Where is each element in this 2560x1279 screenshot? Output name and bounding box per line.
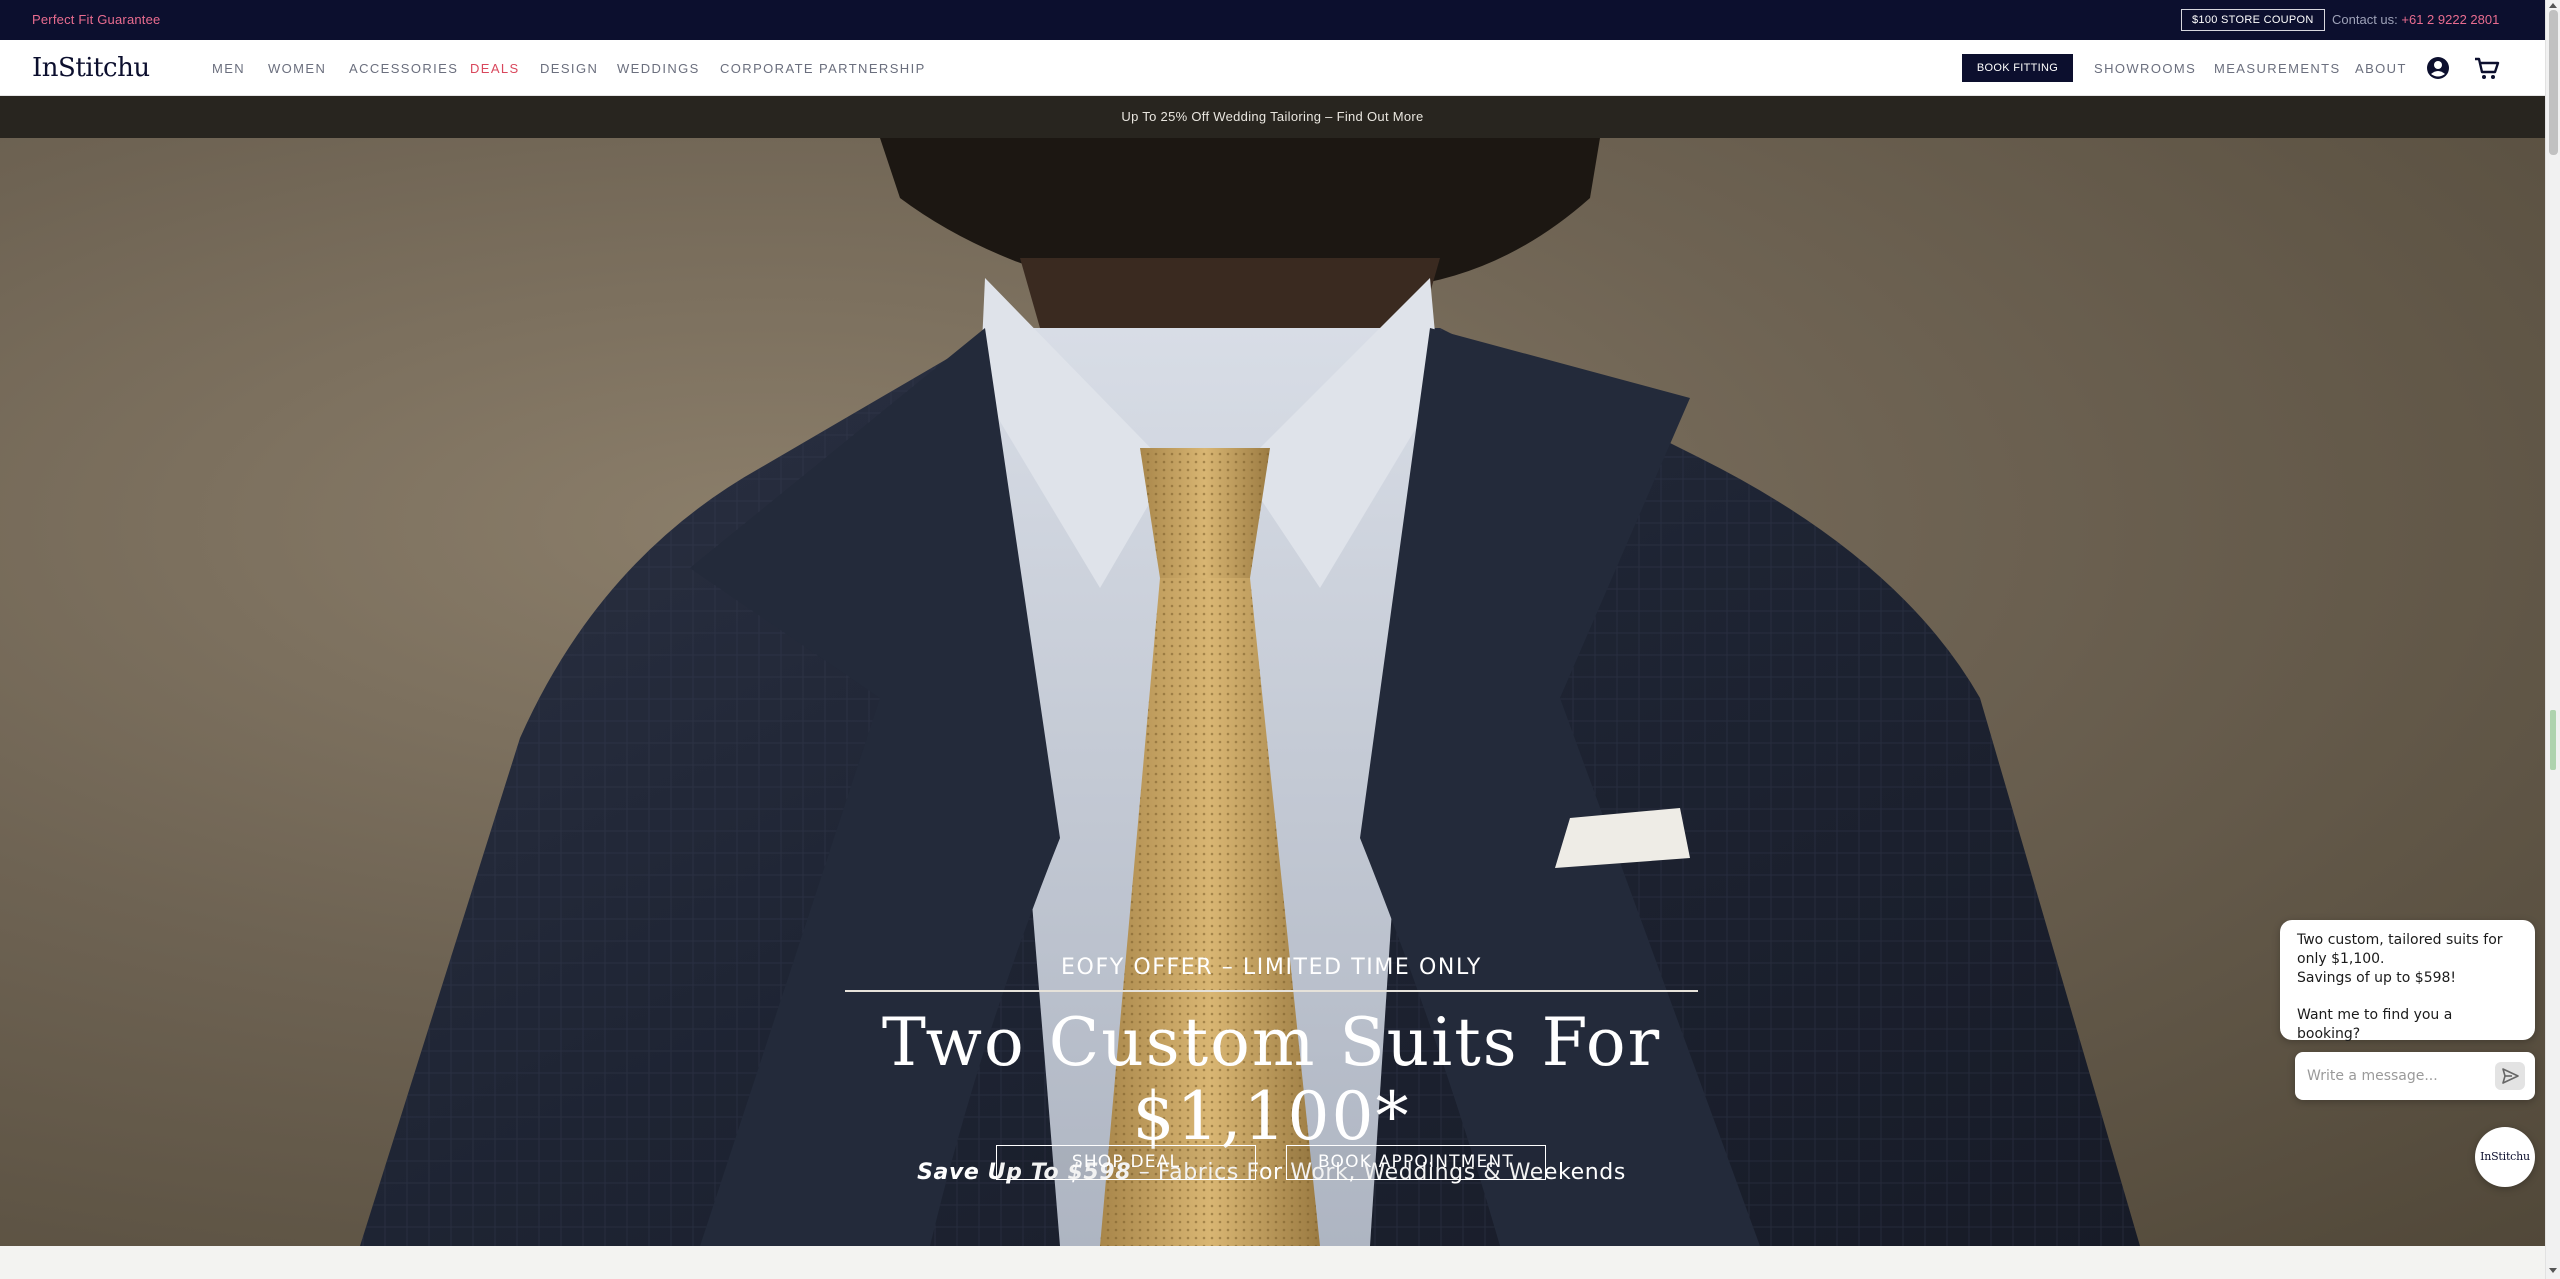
chat-message-line: Two custom, tailored suits for only $1,1… [2297,932,2503,967]
contact-info: Contact us: +61 2 9222 2801 [2332,12,2499,27]
contact-label: Contact us: [2332,12,2398,27]
contact-phone-link[interactable]: +61 2 9222 2801 [2401,12,2499,27]
chat-message-bubble[interactable]: Two custom, tailored suits for only $1,1… [2280,920,2535,1042]
nav-item-measurements[interactable]: MEASUREMENTS [2214,61,2341,76]
nav-item-deals[interactable]: DEALS [470,61,520,76]
scrollbar-marker [2550,710,2556,770]
hero-divider [845,990,1698,992]
site-logo[interactable]: InStitchu [32,53,150,83]
shop-deal-button[interactable]: SHOP DEAL [996,1145,1256,1180]
hero-banner: EOFY OFFER – LIMITED TIME ONLY Two Custo… [0,138,2545,1246]
store-coupon-button[interactable]: $100 STORE COUPON [2181,9,2325,31]
scrollbar-thumb[interactable] [2549,10,2558,155]
nav-item-weddings[interactable]: WEDDINGS [617,61,700,76]
hero-cta-group: SHOP DEAL BOOK APPOINTMENT [996,1145,1556,1181]
cart-icon[interactable] [2473,55,2500,81]
nav-item-men[interactable]: MEN [212,61,245,76]
book-appointment-button[interactable]: BOOK APPOINTMENT [1286,1145,1546,1180]
hero-headline: Two Custom Suits For $1,100* [881,1004,1662,1155]
scroll-down-arrow-icon[interactable] [2549,1268,2557,1273]
send-icon[interactable] [2495,1062,2525,1090]
nav-item-about[interactable]: ABOUT [2355,61,2407,76]
nav-item-corporate-partnership[interactable]: CORPORATE PARTNERSHIP [720,61,926,76]
wedding-promo-banner[interactable]: Up To 25% Off Wedding Tailoring – Find O… [0,96,2545,138]
book-fitting-button[interactable]: BOOK FITTING [1962,54,2073,82]
chat-message-line: Savings of up to $598! [2297,970,2457,986]
nav-item-women[interactable]: WOMEN [268,61,326,76]
below-fold-section [0,1246,2545,1279]
chat-launcher-avatar[interactable]: InStitchu [2475,1127,2535,1187]
account-icon[interactable] [2425,55,2451,81]
nav-item-design[interactable]: DESIGN [540,61,598,76]
chat-message-input[interactable] [2307,1064,2487,1088]
perfect-fit-guarantee-link[interactable]: Perfect Fit Guarantee [32,12,160,27]
main-navigation: InStitchu MEN WOMEN ACCESSORIES DEALS DE… [0,40,2545,96]
hero-content: EOFY OFFER – LIMITED TIME ONLY Two Custo… [845,955,1698,1185]
chat-message-line: Want me to find you a booking? [2297,1007,2453,1042]
scroll-up-arrow-icon[interactable] [2549,3,2557,8]
nav-item-accessories[interactable]: ACCESSORIES [349,61,458,76]
announcement-bar: Perfect Fit Guarantee $100 STORE COUPON … [0,0,2545,40]
hero-eyebrow: EOFY OFFER – LIMITED TIME ONLY [1061,955,1482,980]
nav-item-showrooms[interactable]: SHOWROOMS [2094,61,2196,76]
page-scrollbar[interactable] [2545,0,2560,1279]
chat-input-box [2295,1052,2535,1100]
